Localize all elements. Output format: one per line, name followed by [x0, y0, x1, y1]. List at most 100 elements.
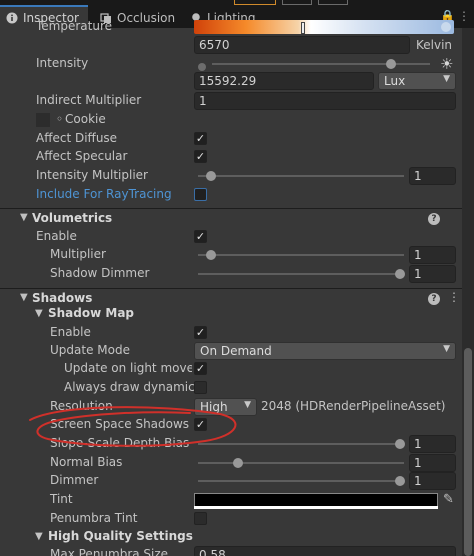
update-on-move-label: Update on light moveme	[64, 361, 192, 375]
affect-diffuse-row: Affect Diffuse ✓	[0, 130, 462, 148]
intensity-slider-thumb[interactable]	[385, 59, 396, 69]
update-on-move-row: Update on light moveme ✓	[0, 360, 462, 378]
cookie-toggle[interactable]	[36, 113, 50, 127]
cookie-label-prefix: ◦	[56, 112, 64, 126]
tint-label: Tint	[50, 492, 73, 506]
shadow-map-title: Shadow Map	[48, 306, 135, 320]
dimmer-label: Dimmer	[50, 473, 99, 487]
resolution-note: 2048 (HDRenderPipelineAsset)	[261, 399, 446, 413]
update-mode-dropdown[interactable]: On Demand ▼	[194, 342, 456, 360]
foldout-expanded-icon: ▼	[20, 212, 28, 223]
always-draw-checkbox[interactable]	[194, 381, 207, 394]
normal-bias-track[interactable]	[198, 462, 404, 464]
affect-diffuse-checkbox[interactable]: ✓	[194, 132, 207, 145]
raytracing-checkbox[interactable]	[194, 188, 207, 201]
resolution-value: High	[200, 400, 228, 414]
volumetrics-multiplier-field[interactable]: 1	[409, 246, 456, 264]
sss-checkbox[interactable]: ✓	[194, 418, 207, 431]
normal-bias-field[interactable]: 1	[409, 454, 456, 472]
volumetrics-multiplier-row: Multiplier 1	[0, 246, 462, 264]
resolution-label: Resolution	[50, 399, 113, 413]
intensity-unit-dropdown[interactable]: Lux ▼	[378, 72, 456, 90]
normal-bias-row: Normal Bias 1	[0, 454, 462, 472]
slope-bias-track[interactable]	[198, 443, 404, 445]
temperature-unit: Kelvin	[416, 38, 453, 52]
intensity-unit-value: Lux	[384, 74, 406, 88]
help-icon[interactable]: ?	[428, 213, 440, 225]
dimmer-thumb[interactable]	[395, 476, 405, 486]
toolbar-fragment	[234, 0, 276, 5]
volumetrics-enable-row: Enable ✓	[0, 228, 462, 246]
intensity-label: Intensity	[36, 56, 89, 70]
sun-icon: ☀	[440, 55, 454, 73]
volumetrics-multiplier-label: Multiplier	[50, 247, 106, 261]
max-penumbra-field[interactable]: 0.58	[194, 546, 456, 556]
hq-settings-title: High Quality Settings	[48, 529, 193, 543]
raytracing-label: Include For RayTracing	[36, 187, 172, 201]
slope-bias-thumb[interactable]	[395, 439, 405, 449]
shadow-enable-label: Enable	[50, 325, 91, 339]
eyedropper-icon[interactable]: ✎	[443, 492, 454, 507]
raytracing-row: Include For RayTracing	[0, 186, 462, 204]
max-penumbra-row: Max Penumbra Size 0.58	[0, 546, 462, 556]
intensity-field[interactable]: 15592.29	[194, 72, 374, 90]
affect-diffuse-label: Affect Diffuse	[36, 131, 118, 145]
volumetrics-enable-checkbox[interactable]: ✓	[194, 230, 207, 243]
resolution-dropdown[interactable]: High ▼	[194, 398, 257, 416]
affect-specular-row: Affect Specular ✓	[0, 148, 462, 166]
penumbra-tint-label: Penumbra Tint	[50, 511, 138, 525]
cold-light-icon	[441, 22, 451, 32]
penumbra-tint-checkbox[interactable]	[194, 512, 207, 525]
toolbar-fragment-3	[318, 0, 348, 5]
intensity-multiplier-field[interactable]: 1	[409, 167, 456, 185]
shadow-dimmer-thumb[interactable]	[395, 269, 405, 279]
update-mode-value: On Demand	[200, 344, 272, 358]
toolbar-fragment-2	[282, 0, 312, 5]
shadow-dimmer-track[interactable]	[198, 273, 404, 275]
update-mode-label: Update Mode	[50, 343, 130, 357]
intensity-slider-track[interactable]	[212, 63, 430, 65]
chevron-down-icon: ▼	[443, 344, 450, 354]
temperature-gradient-marker[interactable]	[301, 22, 305, 34]
intensity-min-icon	[198, 63, 206, 71]
indirect-multiplier-field[interactable]: 1	[194, 92, 456, 110]
always-draw-row: Always draw dynamic	[0, 379, 462, 397]
normal-bias-label: Normal Bias	[50, 455, 123, 469]
kebab-menu-icon[interactable]: ⋮	[448, 290, 460, 304]
dimmer-row: Dimmer 1	[0, 472, 462, 490]
tint-color-field[interactable]	[194, 493, 438, 507]
temperature-field[interactable]: 6570	[194, 36, 410, 54]
shadow-dimmer-row: Shadow Dimmer 1	[0, 265, 462, 283]
volumetrics-enable-label: Enable	[36, 229, 77, 243]
scrollbar-thumb[interactable]	[464, 348, 472, 556]
shadow-map-header[interactable]: ▼ Shadow Map	[0, 305, 462, 323]
update-mode-row: Update Mode On Demand ▼	[0, 342, 462, 360]
shadow-enable-checkbox[interactable]: ✓	[194, 326, 207, 339]
sss-label: Screen Space Shadows	[50, 417, 190, 431]
dimmer-track[interactable]	[198, 480, 404, 482]
update-on-move-checkbox[interactable]: ✓	[194, 362, 207, 375]
vertical-scrollbar[interactable]	[462, 28, 474, 556]
temperature-gradient[interactable]	[194, 20, 454, 34]
volumetrics-multiplier-thumb[interactable]	[206, 250, 216, 260]
volumetrics-multiplier-track[interactable]	[198, 254, 404, 256]
slope-bias-field[interactable]: 1	[409, 435, 456, 453]
shadow-dimmer-field[interactable]: 1	[409, 265, 456, 283]
dimmer-field[interactable]: 1	[409, 472, 456, 490]
volumetrics-header[interactable]: ▼ Volumetrics ?	[0, 208, 462, 228]
shadow-dimmer-label: Shadow Dimmer	[50, 266, 150, 280]
penumbra-tint-row: Penumbra Tint	[0, 510, 462, 528]
resolution-row: Resolution High ▼ 2048 (HDRenderPipeline…	[0, 398, 462, 416]
help-icon[interactable]: ?	[428, 293, 440, 305]
hq-settings-header[interactable]: ▼ High Quality Settings	[0, 528, 462, 546]
intensity-multiplier-track[interactable]	[198, 175, 404, 177]
foldout-expanded-icon: ▼	[35, 531, 43, 542]
chevron-down-icon: ▼	[244, 400, 251, 410]
slope-bias-label: Slope-Scale Depth Bias	[50, 436, 190, 450]
affect-specular-checkbox[interactable]: ✓	[194, 150, 207, 163]
intensity-multiplier-label: Intensity Multiplier	[36, 168, 148, 182]
normal-bias-thumb[interactable]	[233, 458, 243, 468]
foldout-expanded-icon: ▼	[20, 292, 28, 303]
cookie-row: ◦ Cookie	[0, 111, 462, 129]
intensity-multiplier-thumb[interactable]	[206, 171, 216, 181]
